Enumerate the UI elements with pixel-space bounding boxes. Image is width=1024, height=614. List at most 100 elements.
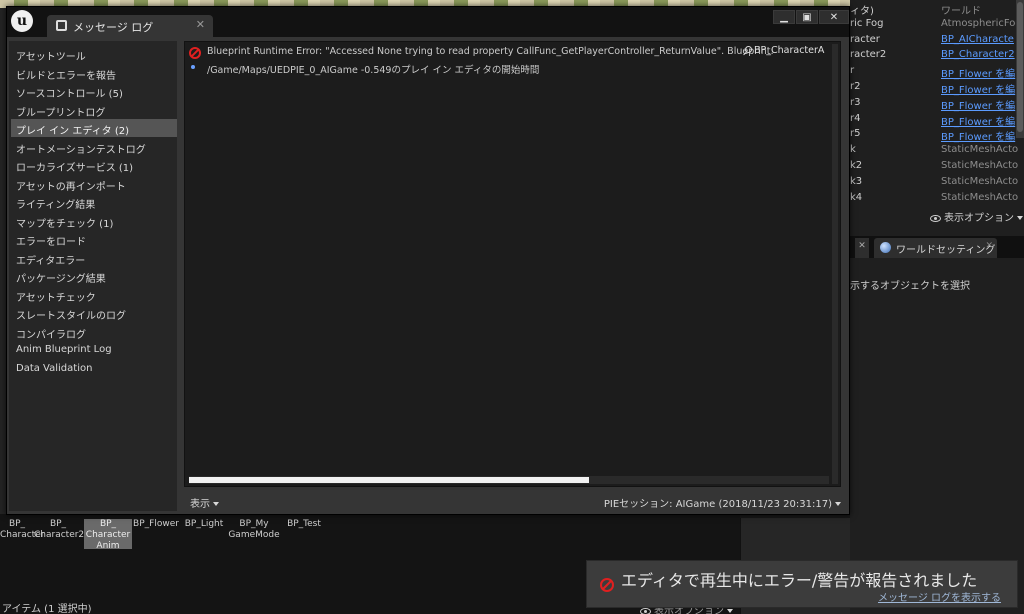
search-icon — [745, 46, 752, 53]
log-message-info[interactable]: /Game/Maps/UEDPIE_0_AIGame -0.549のプレイ イン… — [185, 60, 825, 76]
tab-message-log[interactable]: メッセージ ログ ✕ — [47, 15, 213, 37]
details-hint: 示するオブジェクトを選択 — [850, 281, 970, 292]
error-icon — [600, 578, 614, 592]
eye-icon — [930, 214, 941, 222]
asset-tile[interactable]: BP_ Character2 — [34, 519, 84, 549]
log-category-item[interactable]: ビルドとエラーを報告 — [11, 64, 177, 82]
asset-tile[interactable]: BP_Test — [282, 519, 326, 549]
log-category-item[interactable]: スレートスタイルのログ — [11, 304, 177, 322]
outliner-scrollbar[interactable] — [1016, 0, 1024, 138]
log-category-item[interactable]: エラーをロード — [11, 230, 177, 248]
outliner-row[interactable]: racter2 BP_Character2 — [850, 49, 1024, 65]
caret-down-icon — [727, 609, 733, 613]
log-category-item[interactable]: ライティング結果 — [11, 193, 177, 211]
content-browser-status: アイテム (1 選択中) — [2, 604, 92, 614]
log-category-item[interactable]: Anim Blueprint Log — [11, 341, 177, 359]
log-category-item[interactable]: パッケージング結果 — [11, 267, 177, 285]
outliner-row[interactable]: r5 BP_Flower を編 — [850, 128, 1024, 144]
outliner-row-name: k2 — [850, 160, 863, 171]
asset-tile[interactable]: BP_Light — [182, 519, 226, 549]
log-category-item[interactable]: Data Validation — [11, 360, 177, 378]
log-message-error[interactable]: Blueprint Runtime Error: "Accessed None … — [185, 44, 825, 60]
minimize-button[interactable]: ▁ — [773, 10, 795, 24]
outliner-row[interactable]: r4 BP_Flower を編 — [850, 113, 1024, 129]
maximize-button[interactable]: ▣ — [796, 10, 818, 24]
asset-tile[interactable]: BP_ Character — [0, 519, 44, 549]
log-horizontal-scroll-thumb[interactable] — [189, 477, 589, 483]
outliner-row-edit-link[interactable]: BP_Flower を編 — [941, 65, 1015, 80]
log-footer: 表示 PIEセッション: AIGame (2018/11/23 20:31:17… — [184, 489, 841, 511]
toast-message: エディタで再生中にエラー/警告が報告されました — [621, 571, 978, 590]
log-category-item[interactable]: アセットツール — [11, 45, 177, 63]
log-category-item[interactable]: ブループリントログ — [11, 101, 177, 119]
log-category-item[interactable]: プレイ イン エディタ (2) — [11, 119, 177, 137]
tab-world-settings-close-icon[interactable]: ✕ — [985, 241, 993, 251]
outliner-row-name: racter2 — [850, 49, 887, 61]
outliner-row-type: StaticMeshActo — [941, 144, 1019, 156]
outliner-view-options-label: 表示オプション — [944, 213, 1014, 224]
outliner-row[interactable]: k3 StaticMeshActo — [850, 176, 1024, 192]
pie-session-label: PIEセッション: AIGame (2018/11/23 20:31:17) — [603, 499, 832, 510]
outliner-row-name: racter — [850, 33, 880, 45]
log-message-text: /Game/Maps/UEDPIE_0_AIGame -0.549のプレイ イン… — [207, 65, 540, 76]
log-category-item[interactable]: エディタエラー — [11, 249, 177, 267]
caret-down-icon — [835, 502, 841, 506]
asset-tile[interactable]: BP_Flower — [132, 519, 180, 549]
outliner-row-edit-link[interactable]: BP_Flower を編 — [941, 97, 1015, 112]
outliner-row-edit-link[interactable]: BP_AICharacte — [941, 34, 1014, 45]
outliner-row-name: k4 — [850, 191, 863, 203]
eye-icon — [640, 607, 651, 614]
display-filter-button[interactable]: 表示 — [190, 495, 219, 510]
outliner-row[interactable]: ric Fog AtmosphericFog — [850, 18, 1024, 34]
caret-down-icon — [213, 502, 219, 506]
tab-world-settings-label: ワールドセッティング — [896, 245, 996, 256]
outliner-row-edit-link[interactable]: BP_Character2 — [941, 49, 1015, 60]
close-button[interactable]: ✕ — [819, 10, 849, 24]
message-log-icon — [56, 20, 67, 31]
info-bullet-icon — [191, 65, 195, 69]
log-category-list: アセットツール ビルドとエラーを報告 ソースコントロール (5) ブループリントログプ… — [9, 41, 177, 511]
outliner-row-name: r — [850, 65, 855, 77]
blueprint-link-label: BP_CharacterAnim — [754, 45, 825, 56]
log-category-item[interactable]: コンパイラログ — [11, 323, 177, 341]
display-filter-label: 表示 — [190, 499, 210, 510]
log-category-item[interactable]: アセットの再インポート — [11, 175, 177, 193]
error-icon — [189, 47, 201, 59]
outliner-row-edit-link[interactable]: BP_Flower を編 — [941, 113, 1015, 128]
unreal-logo-icon: u — [11, 10, 33, 32]
log-vertical-scrollbar[interactable] — [832, 44, 838, 484]
log-category-item[interactable]: オートメーションテストログ — [11, 138, 177, 156]
outliner-scroll-thumb[interactable] — [1017, 2, 1023, 132]
outliner-row[interactable]: r2 BP_Flower を編 — [850, 81, 1024, 97]
asset-tile[interactable]: BP_ Character Anim — [84, 519, 132, 551]
globe-icon — [880, 242, 891, 253]
outliner-row[interactable]: racter BP_AICharacte — [850, 34, 1024, 50]
log-horizontal-scrollbar[interactable] — [189, 476, 829, 484]
outliner-row-edit-link[interactable]: BP_Flower を編 — [941, 128, 1015, 143]
outliner-row-name: ric Fog — [850, 17, 884, 29]
window-titlebar[interactable]: u メッセージ ログ ✕ ▁ ▣ ✕ — [7, 7, 849, 37]
show-message-log-link[interactable]: メッセージ ログを表示する — [878, 589, 1001, 604]
asset-tile[interactable]: BP_My GameMode — [228, 519, 280, 549]
blueprint-link[interactable]: BP_CharacterAnim — [745, 45, 825, 56]
details-tab-close-button[interactable]: ✕ — [855, 238, 869, 258]
message-log-window: u メッセージ ログ ✕ ▁ ▣ ✕ アセットツール ビルドとエラーを報告 ソースコ… — [6, 6, 850, 515]
outliner-row[interactable]: ィタ) ワールド — [850, 2, 1024, 18]
outliner-row[interactable]: r3 BP_Flower を編 — [850, 97, 1024, 113]
log-category-item[interactable]: アセットチェック — [11, 286, 177, 304]
log-panel: Blueprint Runtime Error: "Accessed None … — [184, 41, 841, 487]
outliner-row-name: r2 — [850, 81, 861, 92]
log-category-item[interactable]: ソースコントロール (5) — [11, 82, 177, 100]
log-category-item[interactable]: ローカライズサービス (1) — [11, 156, 177, 174]
outliner-row[interactable]: k StaticMeshActo — [850, 144, 1024, 160]
tab-close-icon[interactable]: ✕ — [196, 18, 205, 31]
tab-world-settings[interactable]: ワールドセッティング ✕ — [874, 238, 997, 258]
outliner-row[interactable]: k2 StaticMeshActo — [850, 160, 1024, 176]
outliner-row[interactable]: k4 StaticMeshActo — [850, 192, 1024, 208]
caret-down-icon — [1017, 216, 1023, 220]
outliner-row-edit-link[interactable]: BP_Flower を編 — [941, 81, 1015, 96]
outliner-row[interactable]: r BP_Flower を編 — [850, 65, 1024, 81]
outliner-view-options-button[interactable]: 表示オプション — [930, 209, 1023, 224]
pie-session-dropdown[interactable]: PIEセッション: AIGame (2018/11/23 20:31:17) — [604, 495, 841, 510]
log-category-item[interactable]: マップをチェック (1) — [11, 212, 177, 230]
